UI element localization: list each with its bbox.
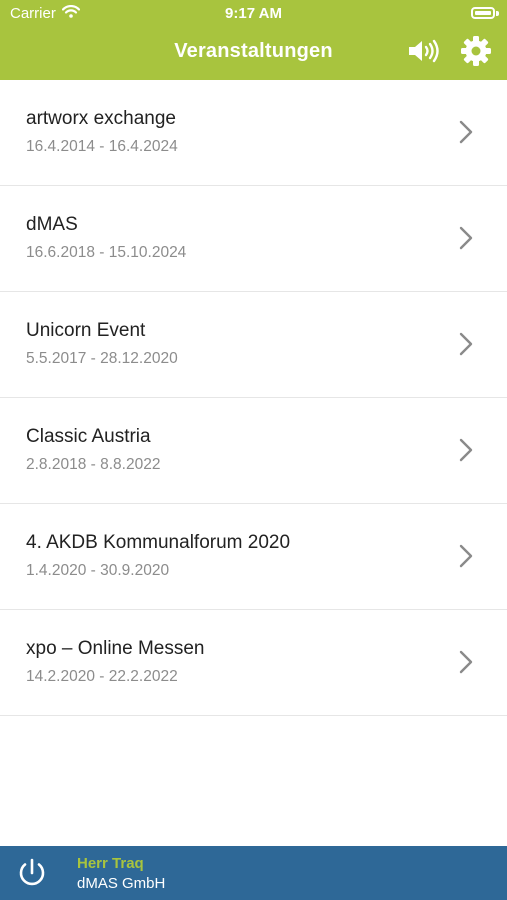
event-row[interactable]: artworx exchange 16.4.2014 - 16.4.2024 xyxy=(0,80,507,186)
event-row[interactable]: Classic Austria 2.8.2018 - 8.8.2022 xyxy=(0,398,507,504)
nav-bar: Carrier 9:17 AM Veranstaltungen xyxy=(0,0,507,80)
event-dates: 1.4.2020 - 30.9.2020 xyxy=(26,562,170,579)
event-dates: 16.4.2014 - 16.4.2024 xyxy=(26,138,178,155)
chevron-right-icon xyxy=(459,332,473,361)
chevron-right-icon xyxy=(459,544,473,573)
user-name: Herr Traq xyxy=(77,855,144,872)
speaker-icon xyxy=(407,38,441,69)
chevron-right-icon xyxy=(459,650,473,679)
chevron-right-icon xyxy=(459,226,473,255)
user-company: dMAS GmbH xyxy=(77,875,166,892)
event-title: artworx exchange xyxy=(26,108,176,129)
event-dates: 14.2.2020 - 22.2.2022 xyxy=(26,668,178,685)
settings-button[interactable] xyxy=(458,35,494,72)
event-dates: 2.8.2018 - 8.8.2022 xyxy=(26,456,161,473)
event-dates: 16.6.2018 - 15.10.2024 xyxy=(26,244,187,261)
battery-cap xyxy=(496,11,499,16)
user-footer: Herr Traq dMAS GmbH xyxy=(0,846,507,900)
battery-icon xyxy=(471,7,495,19)
chevron-right-icon xyxy=(459,438,473,467)
power-icon xyxy=(14,858,50,895)
event-title: 4. AKDB Kommunalforum 2020 xyxy=(26,532,291,553)
sound-button[interactable] xyxy=(406,36,442,70)
status-time: 9:17 AM xyxy=(225,5,282,22)
event-list: artworx exchange 16.4.2014 - 16.4.2024 d… xyxy=(0,80,507,716)
event-title: Unicorn Event xyxy=(26,320,146,341)
gear-icon xyxy=(460,35,492,72)
event-row[interactable]: 4. AKDB Kommunalforum 2020 1.4.2020 - 30… xyxy=(0,504,507,610)
event-row[interactable]: dMAS 16.6.2018 - 15.10.2024 xyxy=(0,186,507,292)
event-title: dMAS xyxy=(26,214,78,235)
event-row[interactable]: xpo – Online Messen 14.2.2020 - 22.2.202… xyxy=(0,610,507,716)
status-bar: Carrier 9:17 AM xyxy=(0,0,507,28)
chevron-right-icon xyxy=(459,120,473,149)
event-title: xpo – Online Messen xyxy=(26,638,205,659)
logout-button[interactable] xyxy=(14,855,50,891)
event-row[interactable]: Unicorn Event 5.5.2017 - 28.12.2020 xyxy=(0,292,507,398)
event-title: Classic Austria xyxy=(26,426,151,447)
event-dates: 5.5.2017 - 28.12.2020 xyxy=(26,350,178,367)
